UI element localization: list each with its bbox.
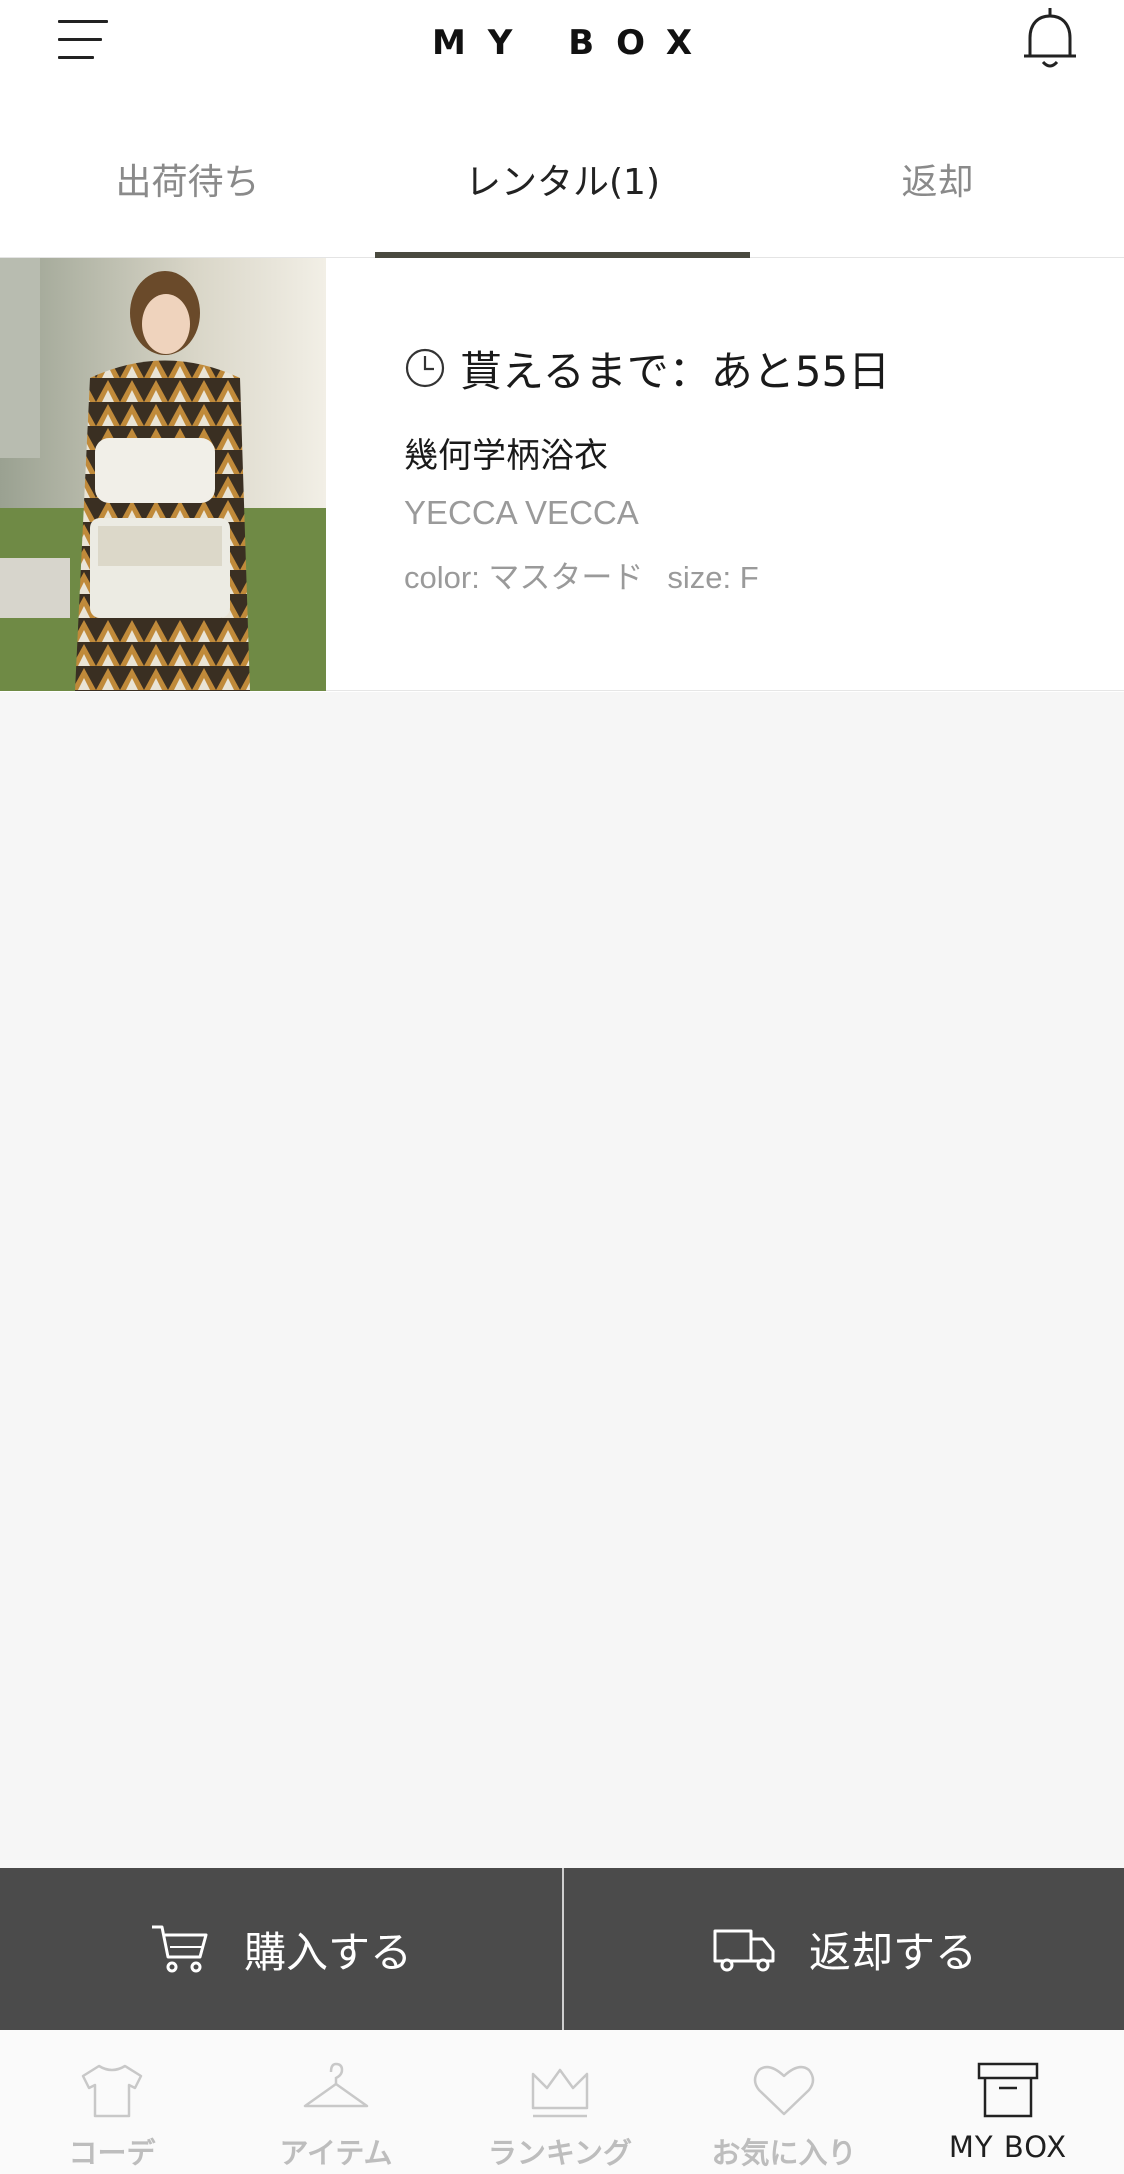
item-brand: YECCA VECCA <box>404 494 639 531</box>
box-icon <box>977 2062 1039 2118</box>
item-size: size: F <box>667 560 759 595</box>
action-bar: 購入する 返却する <box>0 1868 1124 2030</box>
rental-item-card[interactable]: 貰えるまで：あと55日 幾何学柄浴衣 YECCA VECCA color: マス… <box>0 258 1124 691</box>
return-label: 返却する <box>808 1927 977 1977</box>
tab-returned[interactable]: 返却 <box>750 90 1124 258</box>
nav-label: ランキング <box>487 2136 633 2170</box>
return-button[interactable]: 返却する <box>564 1868 1124 2030</box>
countdown-text: 貰えるまで：あと55日 <box>460 346 891 396</box>
item-color: color: マスタード <box>404 560 644 595</box>
tshirt-icon <box>81 2064 143 2118</box>
nav-item-favorites[interactable]: お気に入り <box>672 2030 896 2174</box>
nav-label: アイテム <box>279 2136 393 2170</box>
item-details: 貰えるまで：あと55日 幾何学柄浴衣 YECCA VECCA color: マス… <box>404 258 1104 691</box>
heart-icon <box>753 2065 815 2116</box>
hamburger-menu-icon[interactable] <box>58 18 108 62</box>
truck-icon <box>713 1929 775 1972</box>
page-title: MY BOX <box>431 23 715 63</box>
nav-item-coordinates[interactable]: コーデ <box>0 2030 224 2174</box>
nav-item-ranking[interactable]: ランキング <box>448 2030 672 2174</box>
item-name: 幾何学柄浴衣 <box>404 436 608 476</box>
purchase-label: 購入する <box>243 1927 412 1977</box>
bell-icon[interactable] <box>1020 6 1080 72</box>
tab-awaiting-shipment[interactable]: 出荷待ち <box>0 90 375 258</box>
hanger-icon <box>303 2062 369 2108</box>
purchase-button[interactable]: 購入する <box>0 1868 562 2030</box>
item-photo <box>0 258 326 691</box>
status-tabs: 出荷待ち レンタル(1) 返却 <box>0 90 1124 258</box>
tab-rental[interactable]: レンタル(1) <box>375 90 750 258</box>
nav-label: コーデ <box>68 2136 156 2170</box>
crown-icon <box>531 2068 589 2118</box>
item-attributes: color: マスタード size: F <box>404 552 759 597</box>
nav-label: MY BOX <box>948 2130 1068 2164</box>
app-header: MY BOX <box>0 0 1124 90</box>
nav-label: お気に入り <box>711 2136 857 2170</box>
bottom-navigation: コーデ アイテム ランキング お気に入り MY BOX <box>0 2030 1124 2174</box>
rental-countdown: 貰えるまで：あと55日 <box>404 338 890 398</box>
nav-item-items[interactable]: アイテム <box>224 2030 448 2174</box>
content-area <box>0 692 1124 1868</box>
clock-icon <box>405 348 445 388</box>
nav-item-my-box[interactable]: MY BOX <box>896 2030 1120 2174</box>
cart-icon <box>151 1925 208 1973</box>
